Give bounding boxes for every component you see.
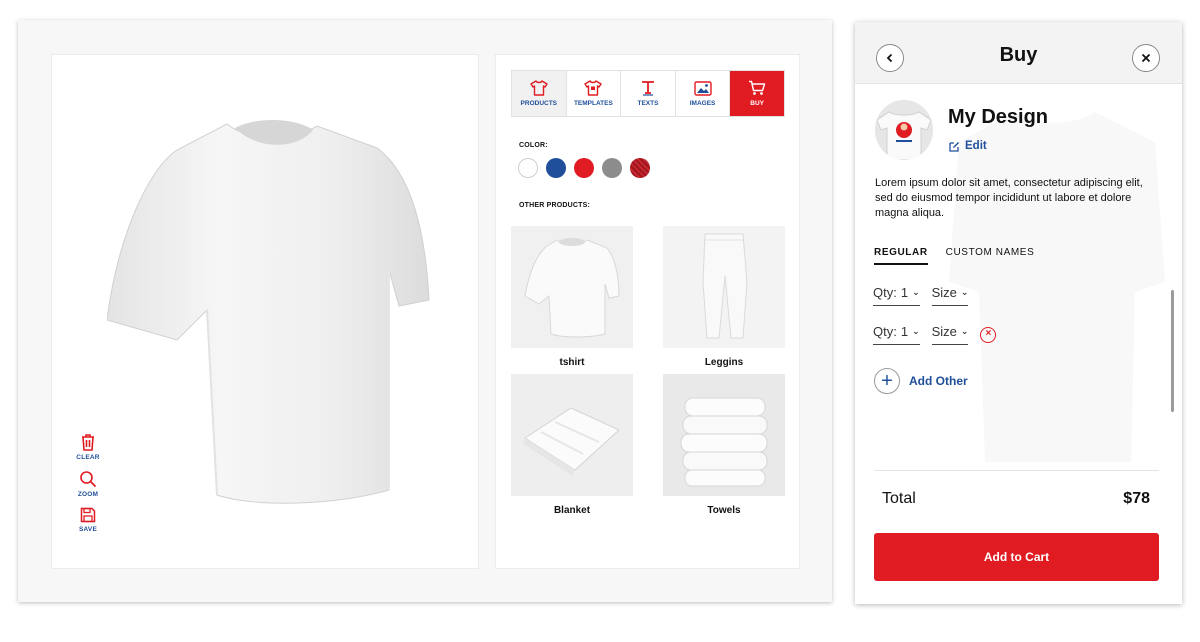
zoom-button[interactable]: ZOOM: [74, 470, 102, 498]
edit-icon: [949, 141, 959, 152]
color-swatches: [518, 158, 650, 178]
product-card-towels[interactable]: Towels: [663, 374, 785, 516]
tab-images-label: IMAGES: [689, 99, 716, 107]
tab-custom-names[interactable]: CUSTOM NAMES: [946, 247, 1035, 265]
tab-images[interactable]: IMAGES: [675, 71, 731, 116]
swatch-blue[interactable]: [546, 158, 566, 178]
save-button[interactable]: SAVE: [74, 507, 102, 533]
qty-select[interactable]: Qty: 1 ⌄: [873, 285, 920, 306]
close-button[interactable]: [1132, 44, 1160, 72]
cart-icon: [749, 80, 766, 95]
designer-card: CLEAR ZOOM SAVE PRODUCTS TEMPLATES TEXTS…: [18, 20, 832, 602]
clear-button[interactable]: CLEAR: [74, 433, 102, 461]
other-products-label: OTHER PRODUCTS:: [519, 202, 591, 209]
canvas-tools: CLEAR ZOOM SAVE: [74, 433, 102, 542]
add-other-label: Add Other: [909, 374, 968, 388]
tab-texts[interactable]: TEXTS: [621, 71, 676, 116]
image-icon: [693, 80, 712, 96]
tab-buy[interactable]: BUY: [730, 71, 784, 116]
plus-icon: +: [874, 368, 900, 394]
chevron-down-icon: ⌄: [960, 287, 969, 297]
floppy-icon: [80, 507, 96, 523]
product-thumb: [511, 226, 633, 348]
product-thumb: [663, 226, 785, 348]
design-thumbnail: [875, 100, 933, 160]
buy-modal: Buy My Design Edit Lorem ipsum dolor sit…: [855, 22, 1182, 604]
order-type-tabs: REGULAR CUSTOM NAMES: [874, 247, 1034, 265]
qty-value: 1: [900, 285, 909, 300]
design-name: My Design: [948, 106, 1049, 128]
edit-design-link[interactable]: Edit: [949, 140, 987, 152]
product-card-tshirt[interactable]: tshirt: [511, 226, 633, 368]
swatch-heather-red[interactable]: [630, 158, 650, 178]
tab-texts-label: TEXTS: [637, 100, 659, 107]
buy-header: Buy: [855, 22, 1182, 84]
total-label: Total: [882, 490, 916, 507]
tab-products[interactable]: PRODUCTS: [512, 71, 567, 116]
qty-value: 1: [900, 324, 909, 339]
zoom-label: ZOOM: [77, 491, 99, 498]
magnifier-icon: [80, 471, 97, 488]
qty-label: Qty:: [873, 285, 897, 300]
product-card-leggins[interactable]: Leggins: [663, 226, 785, 368]
product-name: Leggins: [704, 357, 744, 368]
close-icon: [1141, 53, 1151, 63]
tshirt-preview[interactable]: [106, 110, 437, 515]
tshirt-template-icon: [584, 80, 603, 96]
chevron-down-icon: ⌄: [912, 326, 920, 336]
product-name: Towels: [707, 505, 741, 516]
color-label: COLOR:: [519, 142, 548, 149]
add-other-button[interactable]: + Add Other: [874, 368, 968, 394]
size-select[interactable]: Size ⌄: [931, 285, 969, 306]
swatch-white[interactable]: [518, 158, 538, 178]
product-name: tshirt: [559, 357, 585, 368]
product-thumb: [511, 374, 633, 496]
design-description: Lorem ipsum dolor sit amet, consectetur …: [875, 177, 1143, 219]
tshirt-icon: [530, 80, 548, 96]
qty-select[interactable]: Qty: 1 ⌄: [873, 324, 920, 345]
tab-templates-label: TEMPLATES: [573, 100, 613, 107]
product-thumb: [663, 374, 785, 496]
tab-regular[interactable]: REGULAR: [874, 247, 928, 265]
qty-label: Qty:: [873, 324, 897, 339]
design-canvas[interactable]: CLEAR ZOOM SAVE: [51, 54, 479, 569]
clear-label: CLEAR: [76, 454, 100, 461]
size-select[interactable]: Size ⌄: [931, 324, 969, 345]
tab-products-label: PRODUCTS: [520, 100, 558, 107]
scrollbar[interactable]: [1171, 290, 1174, 412]
remove-row-icon[interactable]: ×: [980, 326, 997, 343]
size-label: Size: [931, 324, 957, 339]
swatch-grey[interactable]: [602, 158, 622, 178]
edit-label: Edit: [965, 140, 987, 152]
order-row: Qty: 1 ⌄ Size ⌄ ×: [873, 324, 997, 345]
save-label: SAVE: [78, 526, 98, 533]
tab-buy-label: BUY: [750, 100, 765, 107]
chevron-down-icon: ⌄: [912, 287, 920, 297]
text-icon: [641, 81, 654, 96]
size-label: Size: [931, 285, 957, 300]
product-name: Blanket: [553, 505, 591, 516]
ghost-tshirt-background: [949, 112, 1165, 462]
product-card-blanket[interactable]: Blanket: [511, 374, 633, 516]
chevron-down-icon: ⌄: [960, 326, 969, 336]
add-to-cart-button[interactable]: Add to Cart: [874, 533, 1159, 581]
options-panel: PRODUCTS TEMPLATES TEXTS IMAGES BUY COLO…: [495, 54, 800, 569]
trash-icon: [82, 434, 94, 451]
tab-templates[interactable]: TEMPLATES: [566, 71, 622, 116]
tool-tabs: PRODUCTS TEMPLATES TEXTS IMAGES BUY: [511, 70, 785, 117]
total-value: $78: [1123, 490, 1150, 507]
divider: [874, 470, 1159, 471]
swatch-red[interactable]: [574, 158, 594, 178]
order-row: Qty: 1 ⌄ Size ⌄: [873, 285, 969, 306]
